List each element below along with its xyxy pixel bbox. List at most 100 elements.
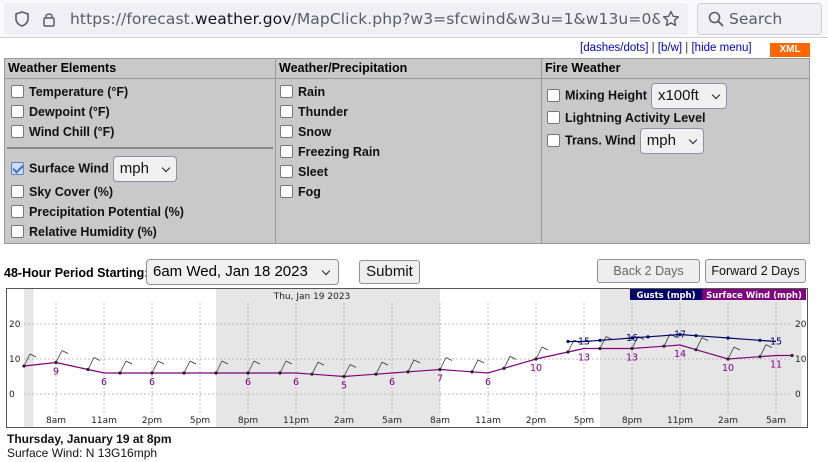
gust-label: 15 [578, 337, 590, 348]
surface-wind-point [470, 370, 474, 374]
surface-wind-unit-select[interactable]: mph [112, 156, 177, 182]
wind-barb [183, 360, 191, 374]
surface-wind-label: 10 [722, 363, 734, 374]
gust-point [694, 334, 698, 338]
gust-point [758, 338, 762, 342]
gust-point [598, 338, 602, 342]
wind-chill-checkbox[interactable] [11, 125, 24, 139]
weather-elements-heading: Weather Elements [5, 59, 275, 79]
legend-gusts: Gusts (mph) [637, 291, 696, 301]
option-sky-cover[interactable]: Sky Cover (%) [11, 185, 113, 199]
dewpoint-checkbox[interactable] [11, 105, 24, 119]
trans-wind-unit-select[interactable]: mph [639, 128, 704, 154]
thunder-checkbox[interactable] [280, 105, 293, 119]
option-relative-humidity[interactable]: Relative Humidity (%) [11, 225, 157, 239]
x-tick-label: 2am [718, 416, 738, 426]
submit-button[interactable]: Submit [359, 260, 420, 284]
surface-wind-label: 6 [101, 377, 107, 388]
hide-menu-link[interactable]: [hide menu] [691, 42, 751, 54]
shield-icon[interactable] [14, 11, 30, 27]
y-tick-left: 0 [9, 390, 15, 400]
option-precip-potential[interactable]: Precipitation Potential (%) [11, 205, 184, 219]
option-dewpoint[interactable]: Dewpoint (°F) [11, 105, 110, 119]
temperature-checkbox[interactable] [11, 85, 24, 99]
y-tick-right: 20 [795, 320, 807, 330]
option-fog[interactable]: Fog [280, 185, 321, 199]
surface-wind-label: 10 [530, 363, 542, 374]
sleet-checkbox[interactable] [280, 165, 293, 179]
browser-search-box[interactable]: Search [697, 3, 822, 35]
wind-barb [151, 360, 159, 374]
surface-wind-checkbox[interactable] [11, 161, 24, 175]
wind-barb-flag [157, 360, 165, 365]
surface-wind-label: 6 [245, 377, 251, 388]
url-text[interactable]: https://forecast.weather.gov/MapClick.ph… [70, 10, 660, 28]
snow-checkbox[interactable] [280, 125, 293, 139]
x-tick-label: 11am [475, 416, 501, 426]
precip-potential-checkbox[interactable] [11, 205, 24, 219]
freezing-rain-checkbox[interactable] [280, 145, 293, 159]
trans-wind-checkbox[interactable] [547, 133, 560, 147]
back-2-days-button[interactable]: Back 2 Days [597, 259, 700, 283]
option-snow[interactable]: Snow [280, 125, 331, 139]
wind-barb-flag [93, 357, 101, 361]
gust-point [566, 339, 570, 344]
chart-date-label: Thu, Jan 19 2023 [273, 292, 351, 302]
wind-forecast-graph[interactable]: 0 0 10 10 20 20 8am 11am 2pm 5pm 8pm 11pm 2am 5am 8am 1… [6, 288, 808, 428]
period-start-select[interactable]: 6am Wed, Jan 18 2023 [146, 259, 339, 285]
option-wind-chill[interactable]: Wind Chill (°F) [11, 125, 114, 139]
y-tick-left: 10 [9, 355, 21, 365]
fog-checkbox[interactable] [280, 185, 293, 199]
option-sleet[interactable]: Sleet [280, 165, 328, 179]
rain-checkbox[interactable] [280, 85, 293, 99]
wind-barb-flag [125, 360, 133, 365]
sky-cover-checkbox[interactable] [11, 185, 24, 199]
surface-wind-point [790, 353, 794, 358]
surface-wind-label: 6 [389, 377, 395, 388]
option-surface-wind[interactable]: Surface Wind mph [11, 156, 177, 182]
surface-wind-label: 14 [674, 349, 686, 360]
option-rain[interactable]: Rain [280, 85, 325, 99]
legend-surface-wind: Surface Wind (mph) [706, 291, 802, 301]
address-bar[interactable]: https://forecast.weather.gov/MapClick.ph… [4, 3, 688, 35]
option-temperature[interactable]: Temperature (°F) [11, 85, 128, 99]
lightning-checkbox[interactable] [547, 111, 560, 125]
weather-precip-column: Weather/Precipitation Rain Thunder Snow … [276, 59, 542, 243]
hover-info-title: Thursday, January 19 at 8pm [7, 432, 172, 446]
section-divider [7, 147, 273, 149]
weather-elements-column: Weather Elements Temperature (°F) Dewpoi… [5, 59, 276, 243]
y-tick-left: 20 [9, 320, 21, 330]
x-tick-label: 2pm [526, 416, 546, 426]
wind-barb [471, 359, 479, 373]
option-lightning[interactable]: Lightning Activity Level [547, 111, 706, 125]
dashes-dots-link[interactable]: [dashes/dots] [580, 42, 648, 54]
gust-label: 17 [674, 330, 686, 341]
wind-barb [55, 350, 63, 363]
fire-weather-column: Fire Weather Mixing Height x100ft Lightni… [542, 59, 809, 243]
x-tick-label: 8pm [238, 416, 258, 426]
x-tick-label: 5am [382, 416, 402, 426]
x-tick-label: 2pm [142, 416, 162, 426]
option-freezing-rain[interactable]: Freezing Rain [280, 145, 380, 159]
search-placeholder: Search [729, 10, 783, 28]
x-tick-label: 2am [334, 416, 354, 426]
lock-icon[interactable] [42, 11, 56, 27]
surface-wind-label: 5 [341, 381, 347, 392]
forward-2-days-button[interactable]: Forward 2 Days [705, 259, 806, 283]
mixing-height-unit-select[interactable]: x100ft [650, 83, 727, 109]
option-trans-wind[interactable]: Trans. Wind mph [547, 128, 704, 154]
surface-wind-label: 6 [293, 377, 299, 388]
bookmark-star-icon[interactable] [662, 10, 680, 28]
wind-barb-flag [189, 360, 197, 365]
mixing-height-checkbox[interactable] [547, 88, 560, 102]
option-thunder[interactable]: Thunder [280, 105, 348, 119]
surface-wind-label: 6 [485, 377, 491, 388]
option-mixing-height[interactable]: Mixing Height x100ft [547, 83, 727, 109]
wind-barb-flag [445, 357, 453, 361]
xml-badge[interactable]: XML [770, 43, 810, 57]
bw-link[interactable]: [b/w] [658, 42, 682, 54]
period-label: 48-Hour Period Starting: [4, 266, 149, 280]
x-tick-label: 11pm [283, 416, 309, 426]
gust-label: 15 [770, 337, 782, 348]
relative-humidity-checkbox[interactable] [11, 225, 24, 239]
